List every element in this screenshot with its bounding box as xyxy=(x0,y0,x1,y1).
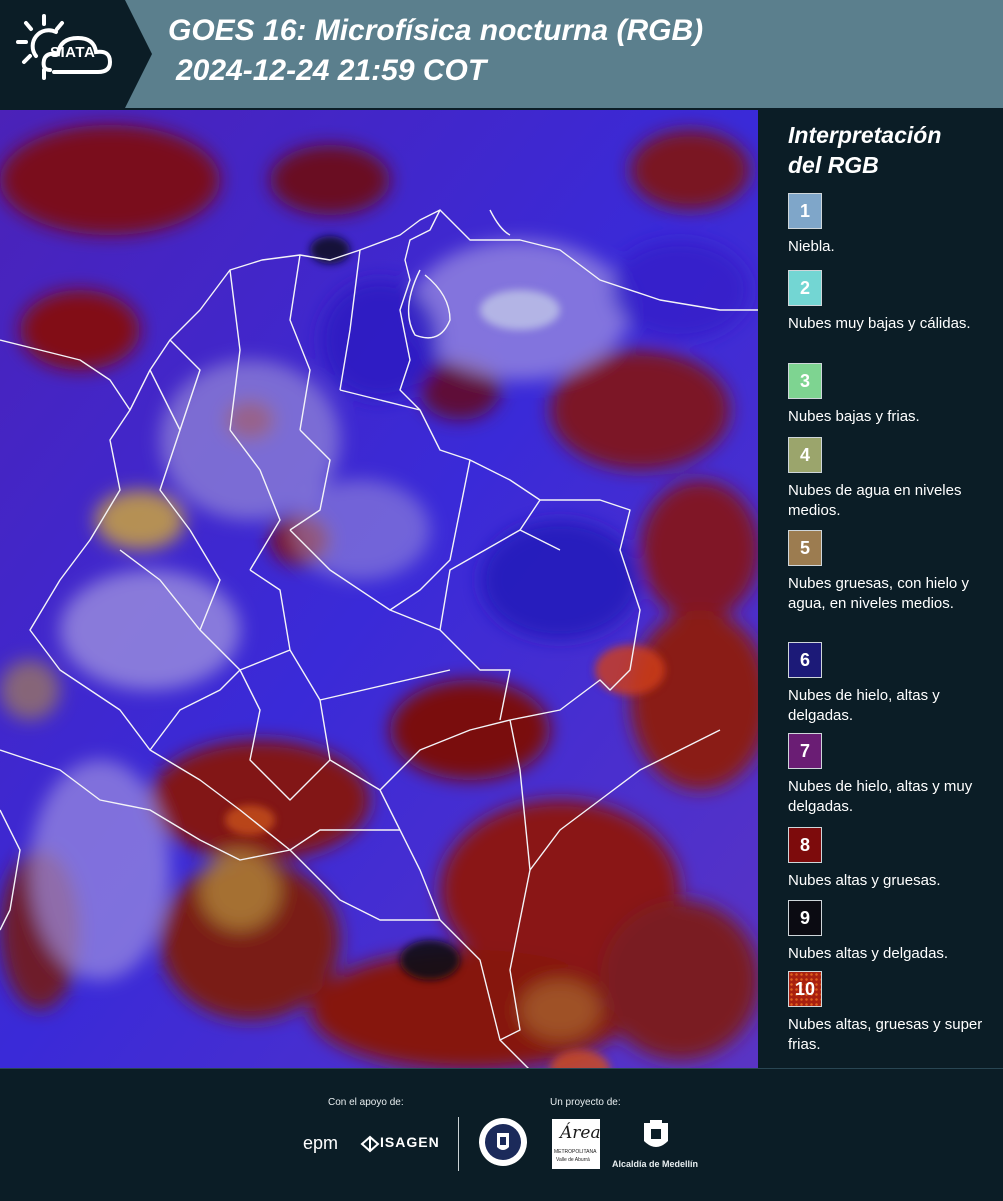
legend-label: Nubes bajas y frias. xyxy=(788,408,920,425)
legend-label: Nubes de agua en niveles medios. xyxy=(788,482,962,519)
alcaldia-label: Alcaldía de Medellín xyxy=(612,1159,699,1169)
footer-divider xyxy=(458,1117,459,1171)
legend-item-3: 3 Nubes bajas y frias. xyxy=(788,363,988,427)
legend-swatch: 10 xyxy=(788,971,822,1007)
legend-swatch: 1 xyxy=(788,193,822,229)
alcaldia-crest-icon xyxy=(644,1120,668,1147)
legend-item-7: 7 Nubes de hielo, altas y muy delgadas. xyxy=(788,733,988,817)
header-bar: SIATA GOES 16: Microfísica nocturna (RGB… xyxy=(0,0,1003,108)
area-logo-sub2: Valle de Aburrá xyxy=(556,1157,590,1163)
legend-swatch: 4 xyxy=(788,437,822,473)
legend-label: Nubes gruesas, con hielo y agua, en nive… xyxy=(788,575,969,612)
project-label: Un proyecto de: xyxy=(550,1097,621,1108)
legend-swatch: 2 xyxy=(788,270,822,306)
seal-icon xyxy=(479,1118,527,1166)
area-logo-text: Área xyxy=(560,1123,601,1143)
legend-swatch: 9 xyxy=(788,900,822,936)
support-label: Con el apoyo de: xyxy=(328,1097,404,1108)
epm-logo: epm xyxy=(303,1133,339,1153)
legend-item-6: 6 Nubes de hielo, altas y delgadas. xyxy=(788,642,988,726)
legend-label: Nubes de hielo, altas y muy delgadas. xyxy=(788,778,973,815)
footer: Con el apoyo de: Un proyecto de: epm ISA… xyxy=(0,1068,1003,1201)
legend-item-4: 4 Nubes de agua en niveles medios. xyxy=(788,437,988,521)
area-metropolitana-logo: Área METROPOLITANA Valle de Aburrá xyxy=(552,1119,601,1169)
legend-item-8: 8 Nubes altas y gruesas. xyxy=(788,827,988,891)
legend-label: Nubes muy bajas y cálidas. xyxy=(788,315,971,332)
area-logo-sub: METROPOLITANA xyxy=(554,1149,597,1155)
legend-label: Nubes altas y delgadas. xyxy=(788,945,949,962)
legend-title: Interpretación del RGB xyxy=(788,122,942,178)
page-title: GOES 16: Microfísica nocturna (RGB) xyxy=(168,14,704,47)
page-timestamp: 2024-12-24 21:59 COT xyxy=(176,54,487,87)
legend-label: Nubes altas, gruesas y super frias. xyxy=(788,1016,983,1053)
legend-swatch: 6 xyxy=(788,642,822,678)
legend-swatch: 3 xyxy=(788,363,822,399)
legend-swatch: 8 xyxy=(788,827,822,863)
logo-text: SIATA xyxy=(50,44,96,61)
legend-item-1: 1 Niebla. xyxy=(788,193,988,257)
alcaldia-logo xyxy=(642,1119,670,1158)
isagen-icon xyxy=(360,1135,380,1153)
legend-item-5: 5 Nubes gruesas, con hielo y agua, en ni… xyxy=(788,530,988,614)
legend-label: Niebla. xyxy=(788,238,835,255)
legend-swatch: 5 xyxy=(788,530,822,566)
isagen-logo xyxy=(360,1135,380,1158)
legend-label: Nubes altas y gruesas. xyxy=(788,872,941,889)
seal-logo xyxy=(478,1117,528,1172)
siata-logo: SIATA xyxy=(0,0,152,108)
legend-panel: Interpretación del RGB 1 Niebla. 2 Nubes… xyxy=(776,110,998,1068)
legend-label: Nubes de hielo, altas y delgadas. xyxy=(788,687,940,724)
satellite-image xyxy=(0,110,758,1068)
isagen-label: ISAGEN xyxy=(380,1134,440,1150)
legend-item-10: 10 Nubes altas, gruesas y super frias. xyxy=(788,971,988,1055)
satellite-map xyxy=(0,110,758,1068)
legend-item-2: 2 Nubes muy bajas y cálidas. xyxy=(788,270,988,334)
legend-swatch: 7 xyxy=(788,733,822,769)
legend-item-9: 9 Nubes altas y delgadas. xyxy=(788,900,988,964)
